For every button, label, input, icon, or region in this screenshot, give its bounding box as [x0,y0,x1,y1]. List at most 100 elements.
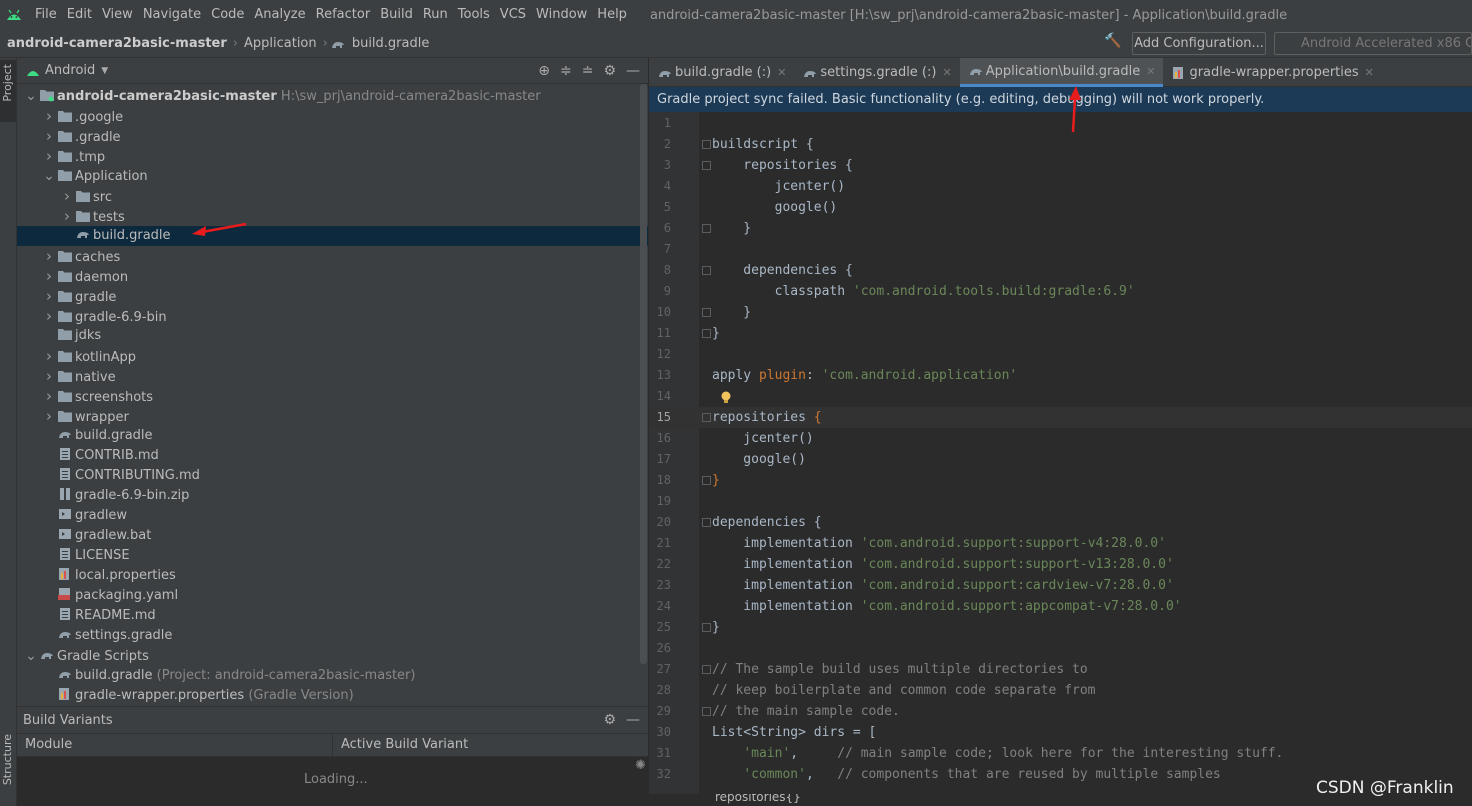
tab-gradle-wrapper-properties[interactable]: gradle-wrapper.properties ✕ [1163,58,1381,87]
menu-navigate[interactable]: Navigate [138,0,206,30]
code-line[interactable]: 4 jcenter() [649,176,1472,197]
tree-item[interactable]: gradlew.bat [17,526,648,546]
tree-item[interactable]: › kotlinApp [17,346,648,366]
code-line[interactable]: 11} [649,323,1472,344]
gear-icon[interactable]: ⚙ [598,712,621,728]
scrollbar[interactable] [640,84,647,664]
run-configuration-button[interactable]: Add Configuration... [1132,32,1266,55]
fold-marker-icon[interactable] [702,623,711,632]
code-line[interactable]: 29 // the main sample code. [649,701,1472,722]
code-line[interactable]: 2 buildscript { [649,134,1472,155]
fold-marker-icon[interactable] [702,266,711,275]
chevron-right-icon[interactable]: › [41,146,57,166]
fold-marker-icon[interactable] [702,308,711,317]
tree-item[interactable]: › screenshots [17,386,648,406]
menu-code[interactable]: Code [206,0,249,30]
tree-item[interactable]: LICENSE [17,546,648,566]
tree-item[interactable]: jdks [17,326,648,346]
tree-item[interactable]: CONTRIBUTING.md [17,466,648,486]
tree-item[interactable]: › gradle [17,286,648,306]
lightbulb-icon[interactable] [720,391,732,405]
tree-item[interactable]: CONTRIB.md [17,446,648,466]
chevron-right-icon[interactable]: › [41,286,57,306]
tree-item[interactable]: settings.gradle [17,626,648,646]
tree-item[interactable]: › tests [17,206,648,226]
menu-edit[interactable]: Edit [62,0,97,30]
code-line[interactable]: 26 [649,638,1472,659]
code-line[interactable]: 27 // The sample build uses multiple dire… [649,659,1472,680]
chevron-right-icon[interactable]: › [41,406,57,426]
tree-item[interactable]: gradle-6.9-bin.zip [17,486,648,506]
code-line[interactable]: 22 implementation 'com.android.support:s… [649,554,1472,575]
breadcrumb-file[interactable]: build.gradle [348,36,434,51]
tree-item[interactable]: › native [17,366,648,386]
minimize-icon[interactable]: — [621,63,648,79]
code-line[interactable]: 8 dependencies { [649,260,1472,281]
tree-item[interactable]: gradlew [17,506,648,526]
collapse-all-icon[interactable]: ≐ [577,63,599,79]
close-icon[interactable]: ✕ [1365,66,1374,79]
menu-file[interactable]: File [30,0,62,30]
code-line[interactable]: 5 google() [649,197,1472,218]
chevron-right-icon[interactable]: › [41,266,57,286]
tree-item[interactable]: ⌄ Application [17,166,648,186]
fold-marker-icon[interactable] [702,476,711,485]
minimize-icon[interactable]: — [621,712,648,728]
code-line[interactable]: 28 // keep boilerplate and common code se… [649,680,1472,701]
tree-item[interactable]: › caches [17,246,648,266]
close-icon[interactable]: ✕ [942,66,951,79]
code-line[interactable]: 1 [649,113,1472,134]
breadcrumb-project[interactable]: android-camera2basic-master [0,36,231,51]
chevron-right-icon[interactable]: › [41,126,57,146]
chevron-right-icon[interactable]: › [41,306,57,326]
code-line[interactable]: 6 } [649,218,1472,239]
chevron-down-icon[interactable]: ⌄ [23,86,39,106]
tree-item[interactable]: › .google [17,106,648,126]
fold-marker-icon[interactable] [702,224,711,233]
tree-item[interactable]: build.gradle [17,426,648,446]
code-line[interactable]: 14 [649,386,1472,407]
tree-item[interactable]: › daemon [17,266,648,286]
code-line[interactable]: 12 [649,344,1472,365]
menu-help[interactable]: Help [592,0,632,30]
chevron-right-icon[interactable]: › [41,366,57,386]
tree-item[interactable]: › src [17,186,648,206]
menu-tools[interactable]: Tools [453,0,495,30]
fold-marker-icon[interactable] [702,140,711,149]
close-icon[interactable]: ✕ [1146,65,1155,78]
project-tool-tab[interactable]: Project [1,64,14,102]
chevron-right-icon[interactable]: › [59,186,75,206]
tree-item[interactable]: ⌄ Gradle Scripts [17,646,648,666]
tree-item[interactable]: packaging.yaml [17,586,648,606]
tree-item[interactable]: local.properties [17,566,648,586]
fold-marker-icon[interactable] [702,413,711,422]
fold-marker-icon[interactable] [702,665,711,674]
code-line[interactable]: 31 'main', // main sample code; look her… [649,743,1472,764]
tree-item[interactable]: README.md [17,606,648,626]
menu-vcs[interactable]: VCS [495,0,531,30]
code-line[interactable]: 9 classpath 'com.android.tools.build:gra… [649,281,1472,302]
tree-item[interactable]: build.gradle [17,226,648,246]
code-line[interactable]: 23 implementation 'com.android.support:c… [649,575,1472,596]
fold-marker-icon[interactable] [702,518,711,527]
chevron-right-icon[interactable]: › [41,106,57,126]
gear-icon[interactable]: ⚙ [598,63,621,79]
code-line[interactable]: 20 dependencies { [649,512,1472,533]
structure-tool-tab[interactable]: Structure [1,734,14,785]
tab-settings-gradle[interactable]: settings.gradle (:) ✕ [794,58,959,87]
expand-all-icon[interactable]: ≑ [555,63,577,79]
code-line[interactable]: 15 repositories { [649,407,1472,428]
tab-application-build-gradle[interactable]: Application\build.gradle ✕ [959,58,1164,87]
chevron-down-icon[interactable]: ⌄ [23,646,39,666]
chevron-down-icon[interactable]: ⌄ [41,166,57,186]
column-active-build-variant[interactable]: Active Build Variant [333,734,468,756]
build-hammer-icon[interactable]: 🔨 [1104,33,1124,53]
chevron-right-icon[interactable]: › [59,206,75,226]
device-selector[interactable]: Android Accelerated x86 Ore [1274,32,1472,55]
close-icon[interactable]: ✕ [777,66,786,79]
tab-build-gradle-root[interactable]: build.gradle (:) ✕ [649,58,794,87]
breadcrumb-module[interactable]: Application [240,36,321,51]
column-module[interactable]: Module [17,734,333,756]
code-line[interactable]: 16 jcenter() [649,428,1472,449]
code-line[interactable]: 10 } [649,302,1472,323]
